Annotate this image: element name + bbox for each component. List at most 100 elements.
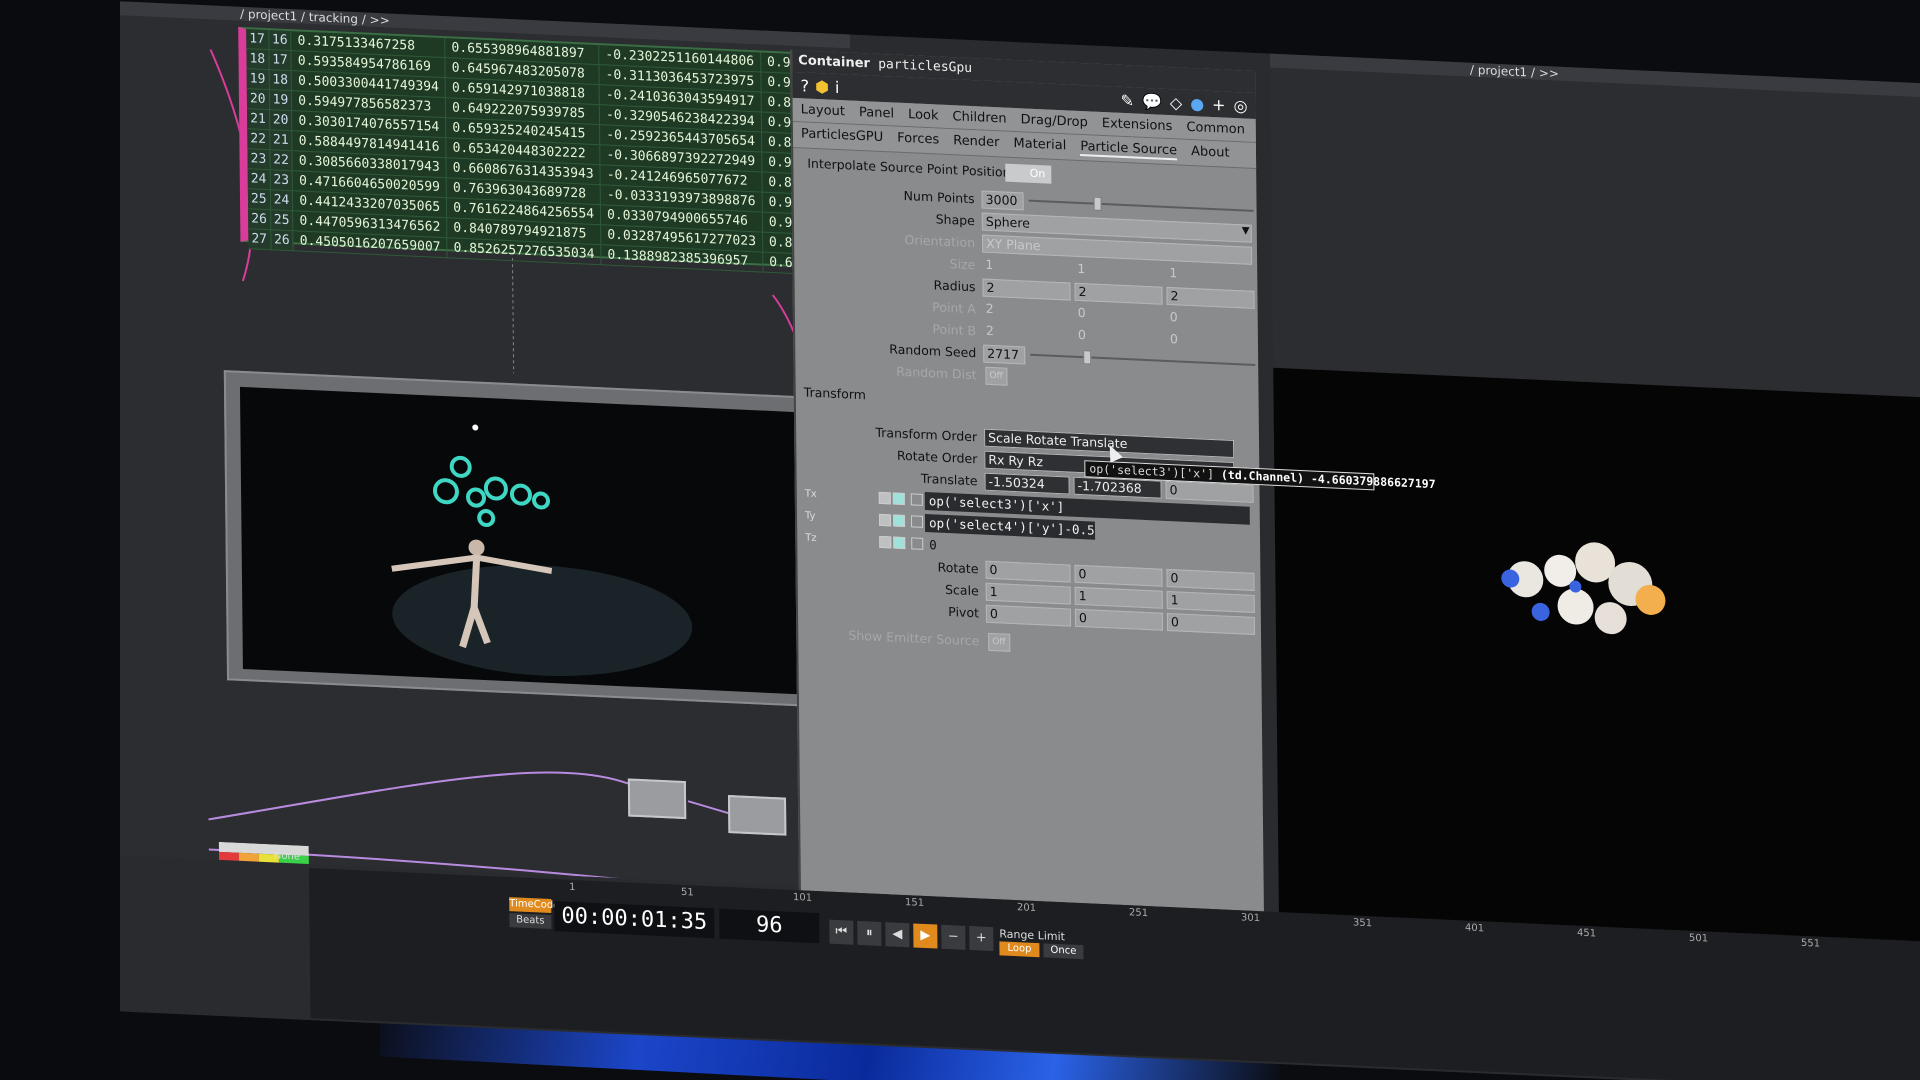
- table-cell[interactable]: 17: [246, 29, 269, 50]
- tab-material[interactable]: Material: [1013, 136, 1066, 155]
- table-cell[interactable]: 21: [269, 129, 293, 151]
- target-icon[interactable]: ◎: [1233, 95, 1247, 115]
- scale-z[interactable]: 1: [1166, 590, 1255, 613]
- step-forward-icon[interactable]: +: [969, 925, 994, 952]
- radius-x[interactable]: 2: [982, 278, 1071, 301]
- tab-drag-drop[interactable]: Drag/Drop: [1021, 112, 1088, 130]
- tab-extensions[interactable]: Extensions: [1102, 116, 1173, 134]
- tab-about[interactable]: About: [1191, 144, 1230, 163]
- skip-start-icon[interactable]: ⏮: [829, 919, 854, 945]
- table-cell[interactable]: 19: [246, 68, 269, 90]
- clone-icon[interactable]: ◇: [1170, 93, 1183, 113]
- frame-display[interactable]: 96: [719, 908, 820, 944]
- table-cell[interactable]: 23: [269, 169, 293, 191]
- ty-expr-checkbox[interactable]: [892, 514, 906, 528]
- tx-bypass-checkbox[interactable]: [910, 493, 923, 506]
- ty-bypass-checkbox[interactable]: [910, 515, 924, 528]
- particle-output-viewer[interactable]: [1273, 367, 1920, 958]
- ty-mode-checkbox[interactable]: [878, 513, 892, 527]
- table-cell[interactable]: 22: [247, 128, 270, 150]
- pivot-z[interactable]: 0: [1166, 612, 1256, 635]
- tab-render[interactable]: Render: [953, 133, 999, 152]
- scale-x[interactable]: 1: [985, 582, 1071, 605]
- play-forward-icon[interactable]: ▶: [913, 923, 938, 949]
- table-cell[interactable]: 25: [247, 188, 271, 210]
- op-name[interactable]: particlesGpu: [878, 57, 972, 76]
- point-b-z[interactable]: 0: [1167, 331, 1255, 353]
- random-seed-knob[interactable]: [1083, 350, 1092, 365]
- network-editor[interactable]: 17 16 0.3175133467258 0.655398964881897 -0.2…: [90, 14, 859, 889]
- comment-icon[interactable]: 💬: [1142, 91, 1162, 111]
- num-points-field[interactable]: 3000: [981, 190, 1024, 211]
- pivot-y[interactable]: 0: [1074, 608, 1164, 631]
- point-a-z[interactable]: 0: [1167, 309, 1255, 331]
- show-emitter-toggle[interactable]: Off: [988, 632, 1011, 652]
- tab-layout[interactable]: Layout: [801, 102, 845, 119]
- python-icon[interactable]: ⬢: [815, 76, 829, 96]
- table-cell[interactable]: 20: [269, 109, 293, 131]
- table-cell[interactable]: 21: [247, 108, 270, 130]
- step-back-icon[interactable]: −: [941, 924, 966, 950]
- table-cell[interactable]: 16: [268, 30, 292, 51]
- radius-z[interactable]: 2: [1166, 286, 1255, 309]
- tz-mode-checkbox[interactable]: [879, 535, 892, 549]
- rotate-y[interactable]: 0: [1074, 564, 1163, 587]
- random-seed-field[interactable]: 2717: [983, 344, 1026, 365]
- point-a-x[interactable]: 2: [983, 301, 1071, 323]
- point-b-x[interactable]: 2: [983, 323, 1071, 345]
- tx-mode-checkbox[interactable]: [878, 491, 891, 505]
- table-cell[interactable]: 26: [248, 208, 271, 230]
- play-reverse-icon[interactable]: ◀: [885, 922, 910, 948]
- tab-panel[interactable]: Panel: [859, 105, 894, 122]
- rotate-z[interactable]: 0: [1166, 568, 1255, 591]
- table-cell[interactable]: 24: [247, 168, 271, 190]
- table-cell[interactable]: 18: [246, 48, 269, 70]
- scale-y[interactable]: 1: [1074, 586, 1163, 609]
- point-b-y[interactable]: 0: [1075, 327, 1163, 349]
- tz-bypass-checkbox[interactable]: [911, 537, 924, 550]
- pivot-x[interactable]: 0: [985, 604, 1072, 627]
- beats-mode-toggle[interactable]: Beats: [509, 913, 552, 930]
- help-icon[interactable]: ?: [800, 76, 809, 95]
- table-cell[interactable]: 25: [270, 209, 294, 231]
- tab-forces[interactable]: Forces: [897, 131, 939, 150]
- tab-particlesgpu[interactable]: ParticlesGPU: [801, 126, 883, 147]
- tab-look[interactable]: Look: [908, 107, 939, 123]
- table-cell[interactable]: 19: [268, 89, 292, 111]
- timecode-mode-toggle[interactable]: TimeCode: [509, 897, 559, 914]
- tx-expr-checkbox[interactable]: [892, 492, 905, 506]
- camera-viewer-node[interactable]: [223, 370, 828, 708]
- point-a-y[interactable]: 0: [1075, 305, 1163, 327]
- right-network-pane[interactable]: [1270, 67, 1920, 398]
- num-points-knob[interactable]: [1093, 196, 1102, 211]
- timecode-display[interactable]: 00:00:01:35: [554, 901, 715, 939]
- table-cell[interactable]: 26: [270, 229, 294, 251]
- interpolate-toggle[interactable]: On: [1005, 163, 1052, 184]
- python-ext-icon[interactable]: ●: [1190, 93, 1204, 113]
- loop-button[interactable]: Loop: [999, 941, 1040, 958]
- num-points-slider[interactable]: [1028, 199, 1254, 212]
- table-cell[interactable]: 20: [246, 88, 270, 110]
- tz-expr-checkbox[interactable]: [893, 536, 906, 550]
- table-cell[interactable]: 22: [269, 149, 293, 171]
- tracking-table-dat[interactable]: 17 16 0.3175133467258 0.655398964881897 -0.2…: [238, 26, 859, 277]
- tab-common[interactable]: Common: [1186, 120, 1245, 138]
- info-icon[interactable]: i: [835, 77, 840, 96]
- size-y[interactable]: 1: [1074, 261, 1162, 283]
- translate-x[interactable]: -1.50324: [984, 472, 1070, 495]
- out-node[interactable]: [727, 795, 787, 836]
- random-seed-slider[interactable]: [1030, 353, 1256, 366]
- null-node[interactable]: [627, 778, 687, 820]
- table-cell[interactable]: 24: [270, 189, 293, 211]
- table-cell[interactable]: 18: [268, 69, 292, 91]
- pause-icon[interactable]: ⏸: [857, 920, 882, 947]
- tab-particle-source[interactable]: Particle Source: [1080, 138, 1178, 161]
- once-button[interactable]: Once: [1043, 943, 1084, 960]
- random-dist-toggle[interactable]: Off: [985, 366, 1008, 386]
- rotate-x[interactable]: 0: [985, 560, 1071, 583]
- table-cell[interactable]: 27: [248, 228, 271, 250]
- radius-y[interactable]: 2: [1074, 282, 1163, 305]
- size-z[interactable]: 1: [1166, 265, 1254, 287]
- add-icon[interactable]: +: [1212, 94, 1226, 114]
- tab-children[interactable]: Children: [952, 109, 1006, 126]
